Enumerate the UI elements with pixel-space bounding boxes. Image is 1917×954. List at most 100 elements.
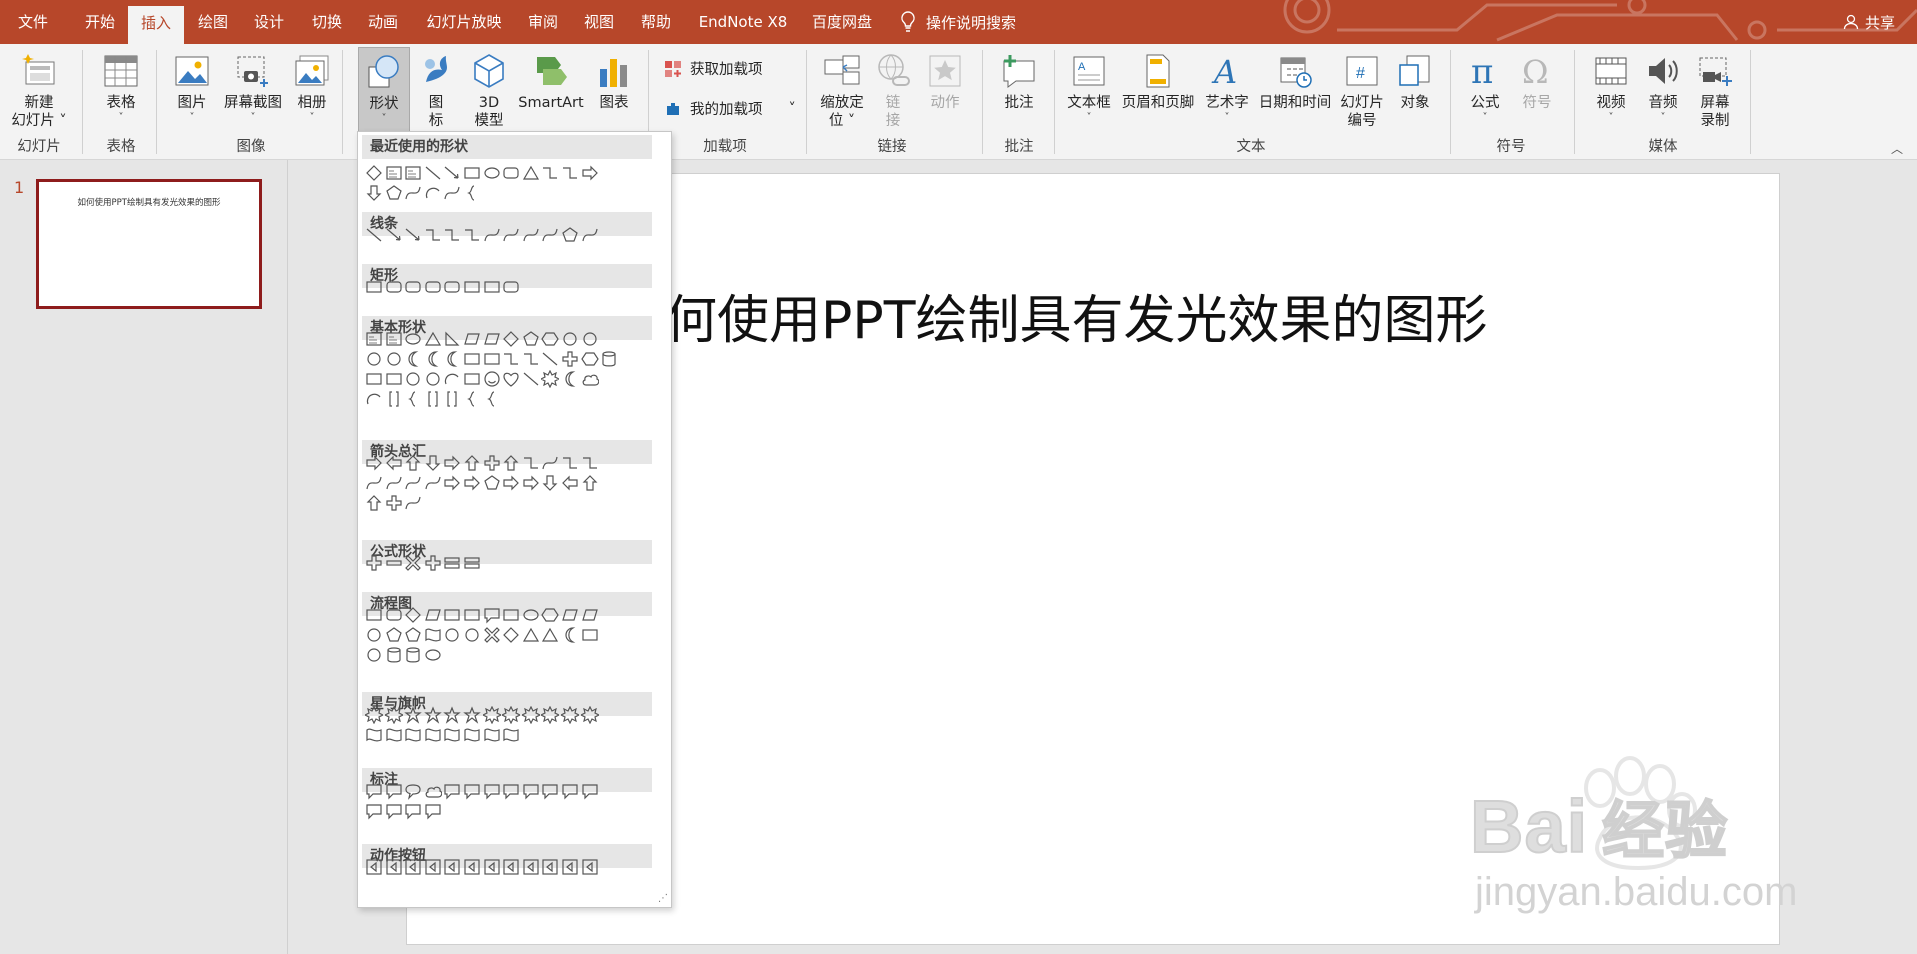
shape-circ-icon[interactable] bbox=[442, 625, 462, 645]
shape-star-icon[interactable] bbox=[442, 705, 462, 725]
shape-dia-icon[interactable] bbox=[501, 329, 521, 349]
shape-circ-icon[interactable] bbox=[364, 645, 384, 665]
shape-call-icon[interactable] bbox=[521, 781, 541, 801]
shape-moon-icon[interactable] bbox=[560, 625, 580, 645]
screen-recording-button[interactable]: 屏幕 录制 bbox=[1692, 50, 1738, 130]
shape-rrect-icon[interactable] bbox=[403, 277, 423, 297]
shape-larr-icon[interactable] bbox=[384, 453, 404, 473]
my-addins-button[interactable]: 我的加载项 ˅ bbox=[664, 98, 796, 119]
shape-dia-icon[interactable] bbox=[501, 625, 521, 645]
shape-act-icon[interactable] bbox=[521, 857, 541, 877]
shape-ell-icon[interactable] bbox=[403, 329, 423, 349]
audio-button[interactable]: 音频 ˅ bbox=[1640, 50, 1686, 124]
shape-eq-icon[interactable] bbox=[462, 553, 482, 573]
shape-arc-icon[interactable] bbox=[423, 183, 443, 203]
shape-act-icon[interactable] bbox=[580, 857, 600, 877]
shape-call-icon[interactable] bbox=[501, 781, 521, 801]
shape-tri-icon[interactable] bbox=[521, 625, 541, 645]
shape-rect-icon[interactable] bbox=[384, 369, 404, 389]
shape-rect-icon[interactable] bbox=[482, 349, 502, 369]
shape-act-icon[interactable] bbox=[462, 857, 482, 877]
shape-call-icon[interactable] bbox=[442, 781, 462, 801]
table-button[interactable]: 表格 ˅ bbox=[96, 50, 146, 124]
shape-rrect-icon[interactable] bbox=[384, 605, 404, 625]
shape-flag-icon[interactable] bbox=[384, 725, 404, 745]
shape-eq-icon[interactable] bbox=[442, 553, 462, 573]
shape-hex-icon[interactable] bbox=[540, 605, 560, 625]
shape-rrect-icon[interactable] bbox=[501, 277, 521, 297]
shape-rect-icon[interactable] bbox=[364, 369, 384, 389]
shape-burst-icon[interactable] bbox=[540, 369, 560, 389]
shape-call-icon[interactable] bbox=[482, 605, 502, 625]
share-button[interactable]: 共享 bbox=[1843, 0, 1895, 44]
shape-curve-icon[interactable] bbox=[364, 473, 384, 493]
textbox-button[interactable]: A 文本框 ˅ bbox=[1064, 50, 1114, 124]
shape-rect-icon[interactable] bbox=[482, 277, 502, 297]
shape-burst-icon[interactable] bbox=[521, 705, 541, 725]
shape-rect-icon[interactable] bbox=[364, 605, 384, 625]
pictures-button[interactable]: 图片 ˅ bbox=[168, 50, 216, 124]
shape-minus-icon[interactable] bbox=[384, 553, 404, 573]
tab-file[interactable]: 文件 bbox=[0, 0, 66, 44]
shape-pent-icon[interactable] bbox=[384, 183, 404, 203]
shape-uarr-icon[interactable] bbox=[364, 493, 384, 513]
shape-para-icon[interactable] bbox=[423, 605, 443, 625]
shape-elbow-icon[interactable] bbox=[442, 225, 462, 245]
object-button[interactable]: 对象 bbox=[1392, 50, 1438, 112]
shape-call-icon[interactable] bbox=[580, 781, 600, 801]
shape-curve-icon[interactable] bbox=[403, 183, 423, 203]
shape-rarr-icon[interactable] bbox=[521, 473, 541, 493]
shape-rarr-icon[interactable] bbox=[364, 453, 384, 473]
shape-plus-icon[interactable] bbox=[482, 453, 502, 473]
shape-tri-icon[interactable] bbox=[540, 625, 560, 645]
shape-times-icon[interactable] bbox=[403, 553, 423, 573]
shape-darr-icon[interactable] bbox=[540, 473, 560, 493]
slide-title-text[interactable]: 何使用PPT绘制具有发光效果的图形 bbox=[665, 278, 1487, 353]
tab-endnote[interactable]: EndNote X8 bbox=[688, 0, 798, 44]
shape-ell-icon[interactable] bbox=[423, 645, 443, 665]
shape-act-icon[interactable] bbox=[540, 857, 560, 877]
header-footer-button[interactable]: 页眉和页脚 bbox=[1118, 50, 1198, 112]
shape-pent-icon[interactable] bbox=[521, 329, 541, 349]
shape-hex-icon[interactable] bbox=[580, 349, 600, 369]
shape-line-icon[interactable] bbox=[540, 349, 560, 369]
shape-burst-icon[interactable] bbox=[560, 705, 580, 725]
shape-star-icon[interactable] bbox=[403, 705, 423, 725]
tab-animations[interactable]: 动画 bbox=[356, 0, 410, 44]
shape-call-icon[interactable] bbox=[560, 781, 580, 801]
chart-button[interactable]: 图表 bbox=[590, 50, 638, 112]
shape-heart-icon[interactable] bbox=[501, 369, 521, 389]
shape-line-icon[interactable] bbox=[521, 369, 541, 389]
shape-curve-icon[interactable] bbox=[501, 225, 521, 245]
shape-elbow-icon[interactable] bbox=[560, 163, 580, 183]
shape-rect-icon[interactable] bbox=[462, 349, 482, 369]
comment-button[interactable]: 批注 bbox=[994, 50, 1044, 112]
shape-call-icon[interactable] bbox=[423, 801, 443, 821]
shape-act-icon[interactable] bbox=[384, 857, 404, 877]
shape-call-icon[interactable] bbox=[540, 781, 560, 801]
shape-uarr-icon[interactable] bbox=[501, 453, 521, 473]
action-button[interactable]: 动作 bbox=[920, 50, 970, 112]
shape-bracket-icon[interactable] bbox=[442, 389, 462, 409]
shape-arr-icon[interactable] bbox=[403, 225, 423, 245]
shape-cloud-icon[interactable] bbox=[580, 369, 600, 389]
shape-burst-icon[interactable] bbox=[501, 705, 521, 725]
shape-curve-icon[interactable] bbox=[540, 225, 560, 245]
shape-curve-icon[interactable] bbox=[482, 225, 502, 245]
shape-rtri-icon[interactable] bbox=[442, 329, 462, 349]
shape-plus-icon[interactable] bbox=[423, 553, 443, 573]
shape-pent-icon[interactable] bbox=[560, 225, 580, 245]
shapes-button[interactable]: 形状 ˅ bbox=[358, 47, 410, 135]
shape-flag-icon[interactable] bbox=[482, 725, 502, 745]
equation-button[interactable]: π 公式 ˅ bbox=[1462, 50, 1508, 124]
shape-elbow-icon[interactable] bbox=[580, 453, 600, 473]
shape-act-icon[interactable] bbox=[482, 857, 502, 877]
shape-moon-icon[interactable] bbox=[423, 349, 443, 369]
shape-dia-icon[interactable] bbox=[403, 605, 423, 625]
shape-cyl-icon[interactable] bbox=[384, 645, 404, 665]
slide-thumbnail[interactable]: 如何使用PPT绘制具有发光效果的图形 bbox=[36, 179, 262, 309]
shape-txt-icon[interactable] bbox=[403, 163, 423, 183]
shape-flag-icon[interactable] bbox=[364, 725, 384, 745]
shape-tri-icon[interactable] bbox=[521, 163, 541, 183]
collapse-ribbon-icon[interactable]: ︿ bbox=[1891, 140, 1903, 157]
